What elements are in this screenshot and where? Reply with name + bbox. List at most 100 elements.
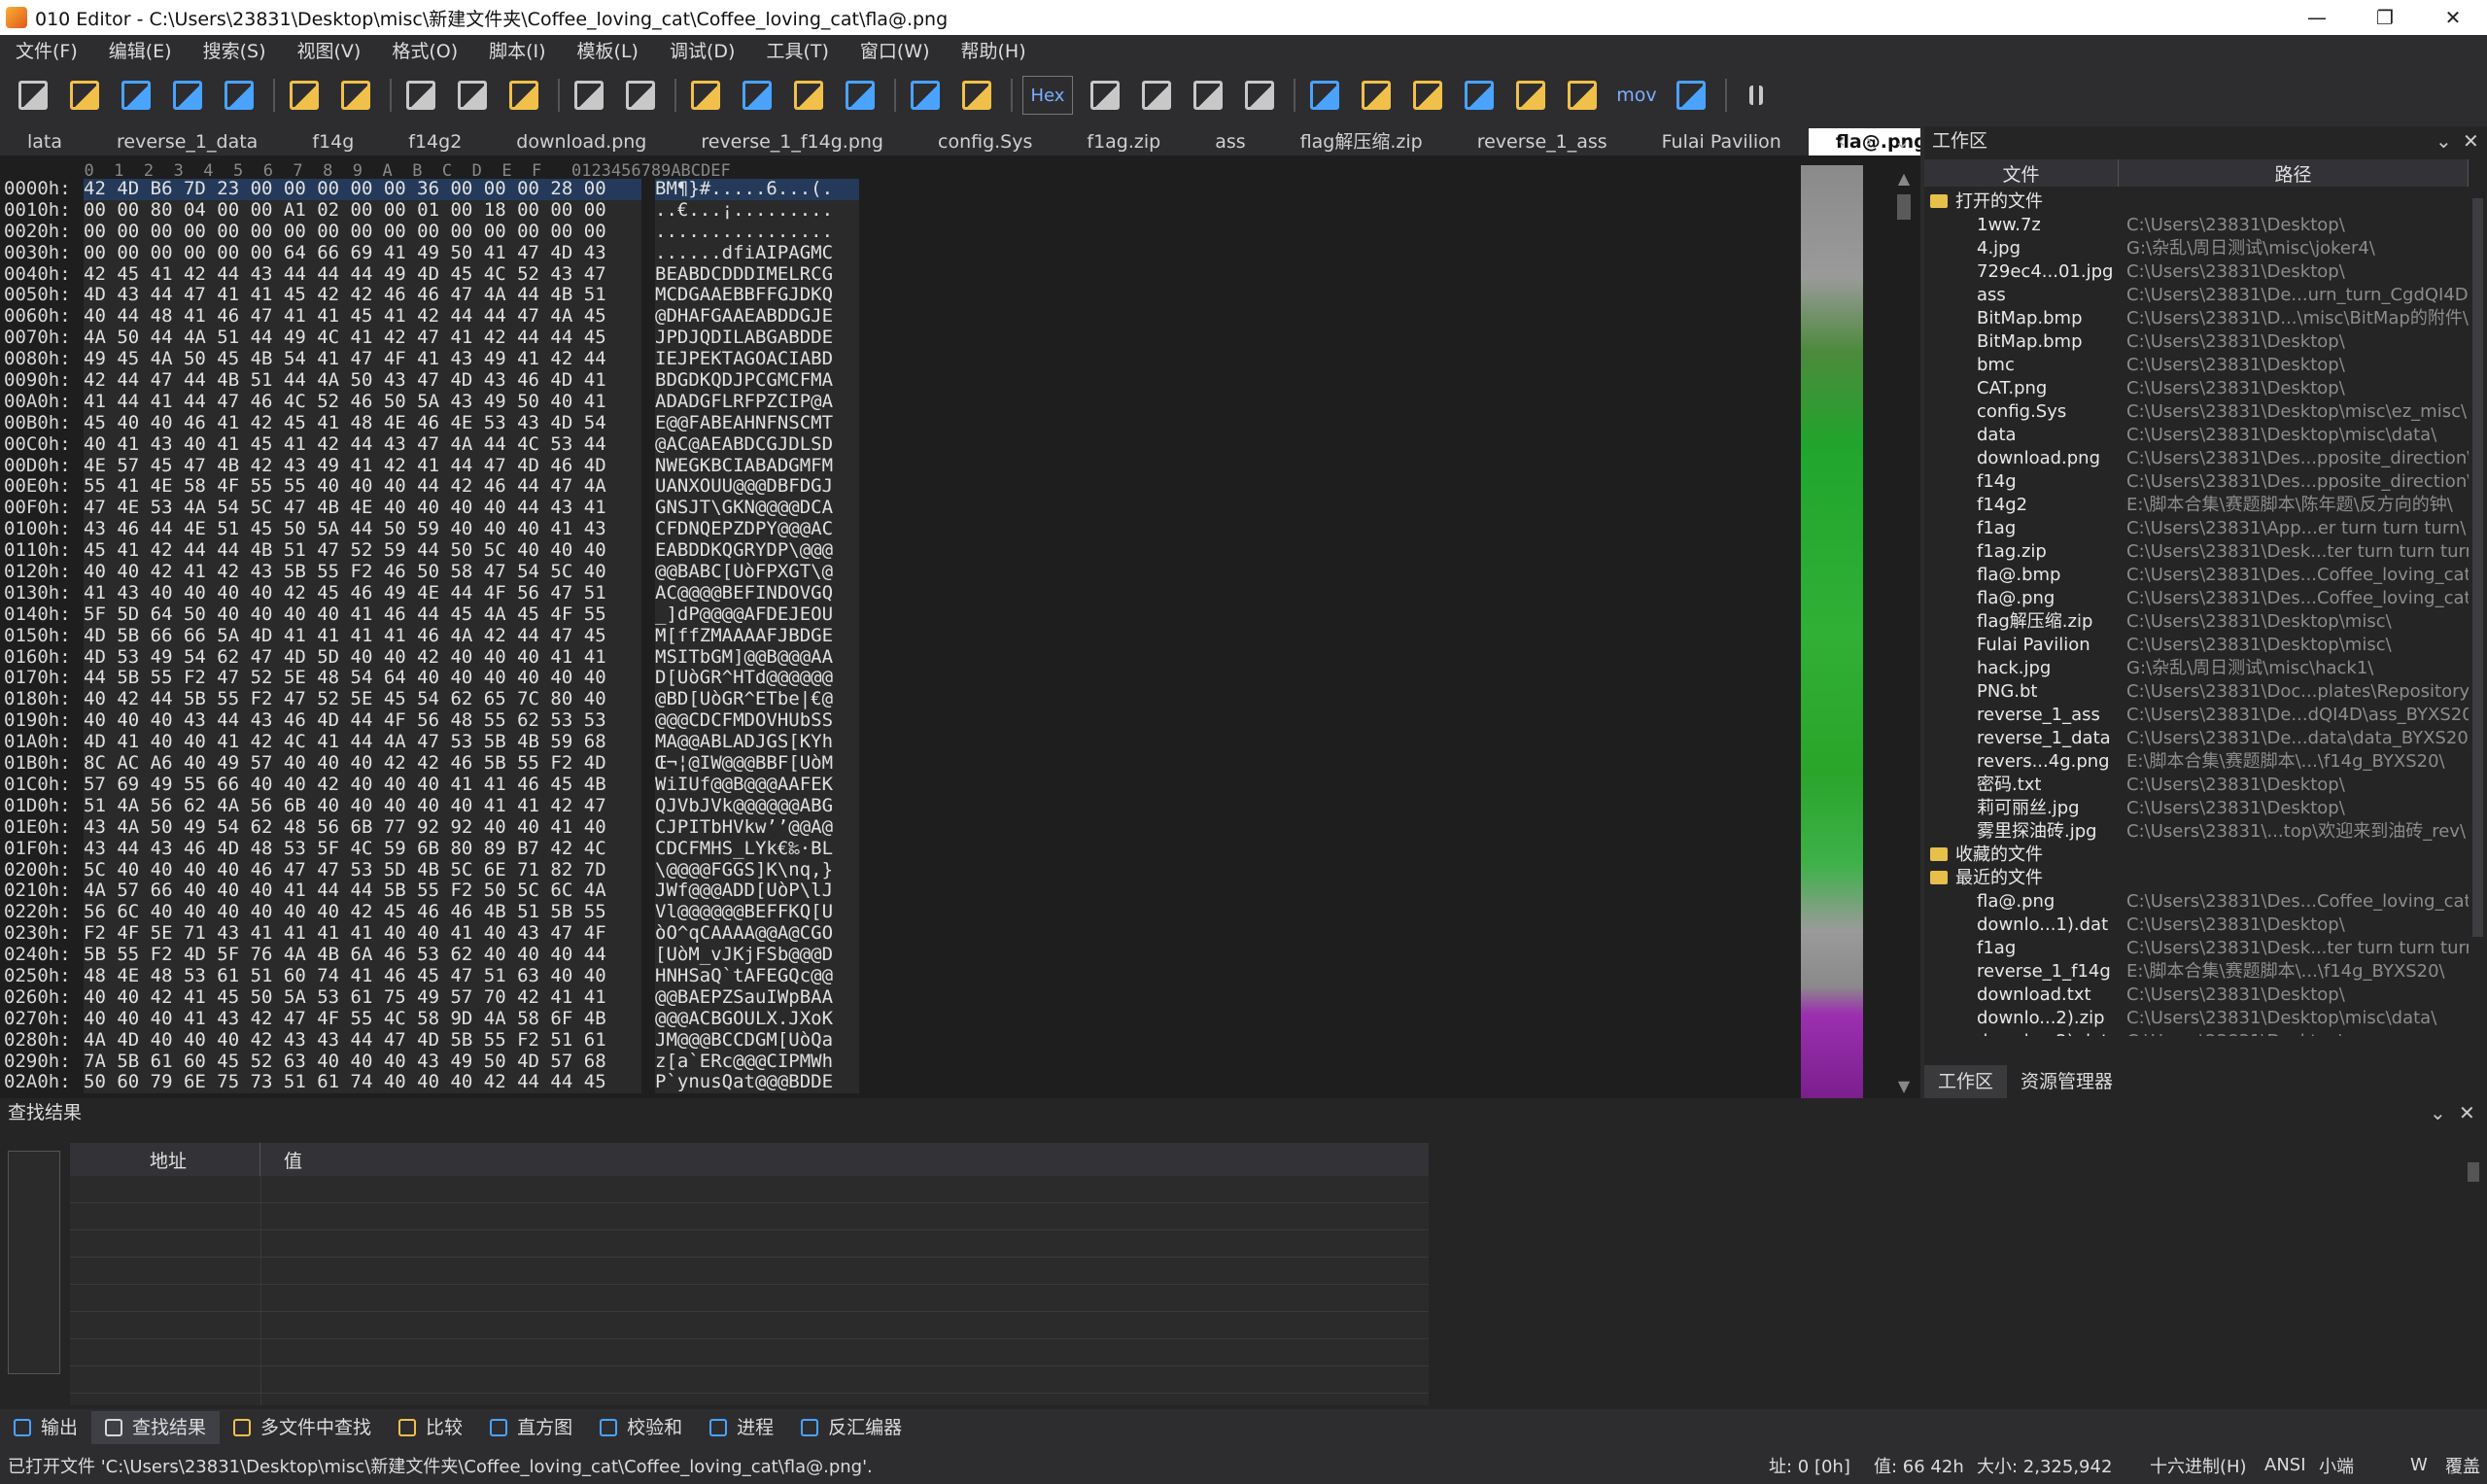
tree-file-item[interactable]: f1ag C:\Users\23831\Desk...ter turn turn … — [1924, 937, 2469, 960]
tree-file-item[interactable]: reverse_1_data C:\Users\23831\De...data\d… — [1924, 727, 2469, 750]
hex-bytes[interactable]: 4D 5B 66 66 5A 4D 41 41 41 41 46 4A 42 4… — [84, 625, 641, 647]
ascii-text[interactable]: JM@@@BCCDGM[UòQa — [655, 1029, 859, 1052]
hex-bytes[interactable]: 57 69 49 55 66 40 40 42 40 40 40 41 41 4… — [84, 774, 641, 796]
ascii-text[interactable]: [UòM_vJKjFSb@@@D — [655, 944, 859, 966]
ascii-text[interactable]: @@@CDCFMDOVHUbSS — [655, 709, 859, 733]
workspace-tab[interactable]: 工作区 — [1924, 1065, 2008, 1098]
file-tab[interactable]: reverse_1_data — [89, 128, 285, 155]
menu-item[interactable]: 帮助(H) — [946, 37, 1042, 63]
ascii-text[interactable]: JWf@@@ADD[UòP\lJ — [655, 880, 859, 903]
menu-item[interactable]: 格式(O) — [376, 37, 473, 63]
hex-row[interactable]: 0220h: 56 6C 40 40 40 40 40 40 42 45 46 4… — [0, 901, 859, 924]
hex-bytes[interactable]: 4A 57 66 40 40 40 41 44 44 5B 55 F2 50 5… — [84, 880, 641, 903]
find-pin-button[interactable]: ⌄ — [2430, 1098, 2446, 1127]
find-button[interactable] — [686, 76, 725, 115]
hex-bytes[interactable]: 41 44 41 44 47 46 4C 52 46 50 5A 43 49 5… — [84, 391, 641, 413]
tree-file-item[interactable]: f1ag.zip C:\Users\23831\Desk...ter turn t… — [1924, 540, 2469, 564]
hex-row[interactable]: 0090h: 42 44 47 44 4B 51 44 4A 50 43 47 4… — [0, 369, 859, 392]
ascii-text[interactable]: IEJPEKTAGOACIABD — [655, 348, 859, 371]
hex-row[interactable]: 00F0h: 47 4E 53 4A 54 5C 47 4B 4E 40 40 4… — [0, 497, 859, 520]
hex-row[interactable]: 02A0h: 50 60 79 6E 75 73 51 61 74 40 40 4… — [0, 1072, 859, 1094]
ascii-text[interactable]: AC@@@@BEFINDOVGQ — [655, 582, 859, 604]
hex-row[interactable]: 0290h: 7A 5B 61 60 45 52 63 40 40 40 43 4… — [0, 1051, 859, 1073]
menu-item[interactable]: 编辑(E) — [93, 37, 188, 63]
file-tab[interactable]: reverse_1_f14g.png — [674, 128, 911, 155]
hex-row[interactable]: 00E0h: 55 41 4E 58 4F 55 55 40 40 40 44 4… — [0, 476, 859, 499]
hex-row[interactable]: 0080h: 49 45 4A 50 45 4B 54 41 47 4F 41 4… — [0, 348, 859, 371]
hex-bytes[interactable]: 8C AC A6 40 49 57 40 40 40 42 42 46 5B 5… — [84, 752, 641, 775]
open-file-button[interactable] — [65, 76, 104, 115]
ascii-text[interactable]: UANXOUU@@@DBFDGJ — [655, 476, 859, 499]
hex-bytes[interactable]: 4D 41 40 40 41 42 4C 41 44 4A 47 53 5B 4… — [84, 731, 641, 754]
hex-editor[interactable]: 0 1 2 3 4 5 6 7 8 9 A B C D E F 01234567… — [0, 155, 1920, 1098]
hex-row[interactable]: 0280h: 4A 4D 40 40 40 42 43 43 44 47 4D 5… — [0, 1029, 859, 1052]
hex-bytes[interactable]: 47 4E 53 4A 54 5C 47 4B 4E 40 40 40 40 4… — [84, 497, 641, 520]
hex-bytes[interactable]: 40 41 43 40 41 45 41 42 44 43 47 4A 44 4… — [84, 433, 641, 456]
status-address[interactable]: 址: 0 [0h] — [1769, 1453, 1850, 1478]
tree-file-item[interactable]: f1ag C:\Users\23831\App...er turn turn tu… — [1924, 517, 2469, 540]
hex-row[interactable]: 01E0h: 43 4A 50 49 54 62 48 56 6B 77 92 9… — [0, 816, 859, 839]
verify-button[interactable] — [1563, 76, 1602, 115]
cut-button[interactable] — [401, 76, 440, 115]
hex-row[interactable]: 0200h: 5C 40 40 40 40 46 47 47 53 5D 4B 5… — [0, 859, 859, 881]
scroll-down-icon[interactable]: ▼ — [1893, 1077, 1915, 1095]
hex-row[interactable]: 0000h: 42 4D B6 7D 23 00 00 00 00 00 36 0… — [0, 178, 859, 200]
status-mode[interactable]: 十六进制(H) — [2150, 1453, 2247, 1478]
ascii-text[interactable]: \@@@@FGGS]K\nq,} — [655, 859, 859, 881]
tree-file-item[interactable]: ass C:\Users\23831\De...urn_turn_CgdQI4D\ — [1924, 284, 2469, 307]
ascii-text[interactable]: @DHAFGAAEABDDGJE — [655, 305, 859, 328]
ascii-text[interactable]: @AC@AEABDCGJDLSD — [655, 433, 859, 456]
hex-bytes[interactable]: 44 5B 55 F2 47 52 5E 48 54 64 40 40 40 4… — [84, 668, 641, 690]
paste-button[interactable] — [504, 76, 543, 115]
find-scroll-thumb[interactable] — [2468, 1162, 2479, 1182]
tree-file-item[interactable]: 密码.txt C:\Users\23831\Desktop\ — [1924, 774, 2469, 797]
hex-bytes[interactable]: 40 40 42 41 42 43 5B 55 F2 46 50 58 47 5… — [84, 561, 641, 583]
ascii-text[interactable]: M[ffZMAAAAFJBDGE — [655, 625, 859, 647]
hex-bytes[interactable]: 40 40 40 41 43 42 47 4F 55 4C 58 9D 4A 5… — [84, 1008, 641, 1030]
scroll-up-icon[interactable]: ▲ — [1893, 169, 1915, 188]
hex-row[interactable]: 0130h: 41 43 40 40 40 40 42 45 46 49 4E 4… — [0, 582, 859, 604]
file-tab[interactable]: config.Sys — [911, 128, 1059, 155]
workspace-pin-button[interactable]: ⌄ — [2435, 126, 2452, 155]
maximize-button[interactable]: ❐ — [2351, 0, 2419, 35]
hex-bytes[interactable]: 40 42 44 5B 55 F2 47 52 5E 45 54 62 65 7… — [84, 688, 641, 711]
hex-bytes[interactable]: 40 40 40 43 44 43 46 4D 44 4F 56 48 55 6… — [84, 709, 641, 733]
hex-row[interactable]: 0150h: 4D 5B 66 66 5A 4D 41 41 41 41 46 4… — [0, 625, 859, 647]
menu-item[interactable]: 窗口(W) — [845, 37, 946, 63]
redo-button[interactable] — [621, 76, 660, 115]
hex-row[interactable]: 0270h: 40 40 40 41 43 42 47 4F 55 4C 58 9… — [0, 1008, 859, 1030]
hex-row[interactable]: 01D0h: 51 4A 56 62 4A 56 6B 40 40 40 40 4… — [0, 795, 859, 817]
find-in-files-button[interactable] — [789, 76, 828, 115]
ascii-text[interactable]: D[UòGR^HTd@@@@@@ — [655, 668, 859, 690]
workspace-close-button[interactable]: ✕ — [2463, 126, 2479, 155]
hex-row[interactable]: 0070h: 4A 50 44 4A 51 44 49 4C 41 42 47 4… — [0, 327, 859, 350]
ascii-text[interactable]: ................ — [655, 221, 859, 243]
hex-bytes[interactable]: 4D 43 44 47 41 41 45 42 42 46 46 47 4A 4… — [84, 285, 641, 307]
menu-item[interactable]: 工具(T) — [750, 37, 844, 63]
hex-row[interactable]: 0160h: 4D 53 49 54 62 47 4D 5D 40 40 42 4… — [0, 646, 859, 669]
hex-bytes[interactable]: 4D 53 49 54 62 47 4D 5D 40 40 42 40 40 4… — [84, 646, 641, 669]
status-encoding[interactable]: ANSI — [2264, 1455, 2306, 1475]
hex-bytes[interactable]: 43 46 44 4E 51 45 50 5A 44 50 59 40 40 4… — [84, 518, 641, 541]
hex-bytes[interactable]: 42 4D B6 7D 23 00 00 00 00 00 36 00 00 0… — [84, 178, 641, 200]
tree-group[interactable]: 收藏的文件 — [1924, 844, 2469, 867]
bottom-tab[interactable]: 多文件中查找 — [220, 1411, 385, 1444]
hex-bytes[interactable]: 5C 40 40 40 40 46 47 47 53 5D 4B 5C 6E 7… — [84, 859, 641, 881]
hex-row[interactable]: 01F0h: 43 44 43 46 4D 48 53 5F 4C 59 6B 8… — [0, 838, 859, 860]
undo-button[interactable] — [570, 76, 608, 115]
file-tab[interactable]: lata — [0, 128, 89, 155]
workspace-scroll-thumb[interactable] — [2472, 198, 2483, 937]
file-tab[interactable]: f1ag.zip — [1059, 128, 1188, 155]
hex-bytes[interactable]: 4A 50 44 4A 51 44 49 4C 41 42 47 41 42 4… — [84, 327, 641, 350]
tree-file-item[interactable]: downlo...2).zip C:\Users\23831\Desktop\mi… — [1924, 1007, 2469, 1030]
hex-row[interactable]: 00D0h: 4E 57 45 47 4B 42 43 49 41 42 41 4… — [0, 455, 859, 477]
hex-row[interactable]: 0180h: 40 42 44 5B 55 F2 47 52 5E 45 54 6… — [0, 688, 859, 711]
hex-row[interactable]: 0140h: 5F 5D 64 50 40 40 40 40 41 46 44 4… — [0, 604, 859, 626]
bottom-tab[interactable]: 比较 — [385, 1411, 476, 1444]
tree-file-item[interactable]: reverse_1_ass C:\Users\23831\De...dQI4D\a… — [1924, 704, 2469, 727]
goto-button[interactable] — [841, 76, 880, 115]
hex-row[interactable]: 0230h: F2 4F 5E 71 43 41 41 41 41 40 40 4… — [0, 922, 859, 946]
pause-button[interactable] — [1737, 76, 1776, 115]
file-tab[interactable]: f14g — [285, 128, 381, 155]
hex-bytes[interactable]: 4E 57 45 47 4B 42 43 49 41 42 41 44 47 4… — [84, 455, 641, 477]
